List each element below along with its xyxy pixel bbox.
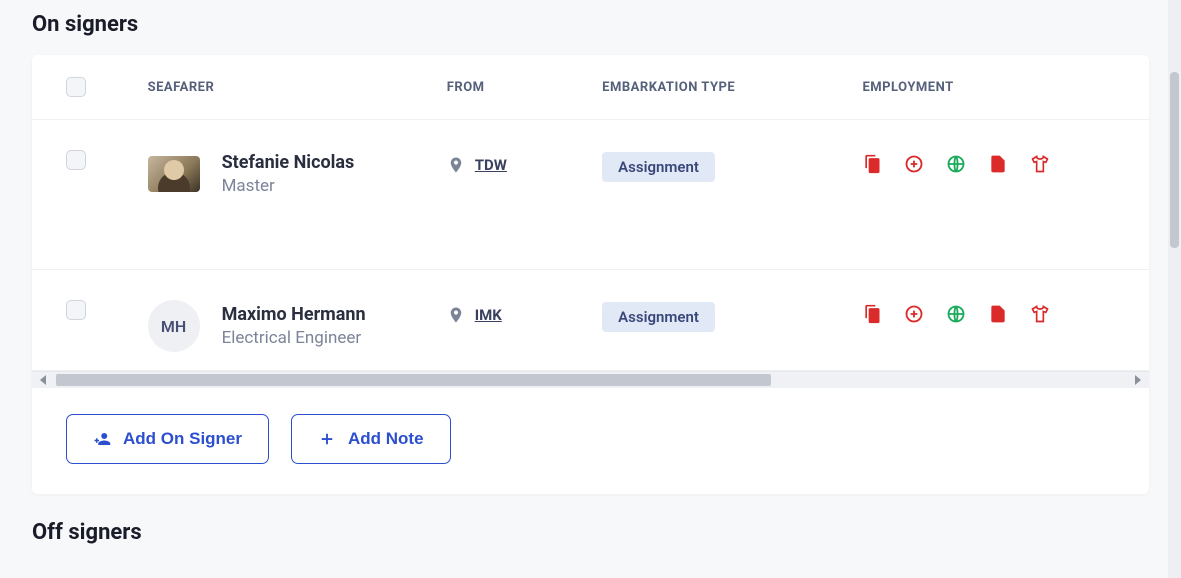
shirt-icon[interactable] xyxy=(1030,154,1050,174)
plus-icon xyxy=(318,430,336,448)
add-note-label: Add Note xyxy=(348,429,424,449)
shirt-icon[interactable] xyxy=(1030,304,1050,324)
person-add-icon xyxy=(93,430,111,448)
from-link[interactable]: IMK xyxy=(475,306,502,324)
embarkation-badge: Assignment xyxy=(602,302,715,332)
from-link[interactable]: TDW xyxy=(475,156,507,174)
seafarer-rank: Electrical Engineer xyxy=(222,327,366,351)
col-header-from: FROM xyxy=(447,80,602,95)
add-note-button[interactable]: Add Note xyxy=(291,414,451,464)
avatar xyxy=(148,156,200,192)
employment-icons xyxy=(862,300,1115,324)
button-bar: Add On Signer Add Note xyxy=(32,388,1149,494)
table-header: SEAFARER FROM EMBARKATION TYPE EMPLOYMEN… xyxy=(32,55,1149,120)
vertical-scroll-thumb[interactable] xyxy=(1170,72,1179,248)
select-all-checkbox[interactable] xyxy=(66,77,86,97)
documents-icon[interactable] xyxy=(862,304,882,324)
add-on-signer-label: Add On Signer xyxy=(123,429,242,449)
scroll-thumb[interactable] xyxy=(56,374,771,386)
seafarer-rank: Master xyxy=(222,175,355,199)
avatar: MH xyxy=(148,300,200,352)
table-row: MH Maximo Hermann Electrical Engineer IM… xyxy=(32,270,1149,371)
location-pin-icon xyxy=(447,304,465,326)
location-pin-icon xyxy=(447,154,465,176)
embarkation-badge: Assignment xyxy=(602,152,715,182)
col-header-seafarer: SEAFARER xyxy=(148,80,447,95)
employment-icons xyxy=(862,150,1115,174)
add-on-signer-button[interactable]: Add On Signer xyxy=(66,414,269,464)
file-icon[interactable] xyxy=(988,304,1008,324)
vertical-scrollbar[interactable] xyxy=(1168,0,1181,578)
globe-icon[interactable] xyxy=(946,304,966,324)
globe-icon[interactable] xyxy=(946,154,966,174)
row-checkbox[interactable] xyxy=(66,300,86,320)
row-checkbox[interactable] xyxy=(66,150,86,170)
medical-icon[interactable] xyxy=(904,154,924,174)
scroll-right-icon[interactable] xyxy=(1135,375,1141,385)
seafarer-name: Stefanie Nicolas xyxy=(222,150,355,175)
col-header-embark: EMBARKATION TYPE xyxy=(602,80,862,95)
on-signers-heading: On signers xyxy=(32,0,1149,55)
file-icon[interactable] xyxy=(988,154,1008,174)
table-row: Stefanie Nicolas Master TDW Assignment xyxy=(32,120,1149,270)
on-signers-card: SEAFARER FROM EMBARKATION TYPE EMPLOYMEN… xyxy=(32,55,1149,494)
scroll-left-icon[interactable] xyxy=(40,375,46,385)
col-header-employment: EMPLOYMENT xyxy=(862,80,1115,95)
documents-icon[interactable] xyxy=(862,154,882,174)
seafarer-name: Maximo Hermann xyxy=(222,302,366,327)
horizontal-scrollbar[interactable] xyxy=(32,371,1149,388)
medical-icon[interactable] xyxy=(904,304,924,324)
off-signers-heading: Off signers xyxy=(32,494,1149,563)
